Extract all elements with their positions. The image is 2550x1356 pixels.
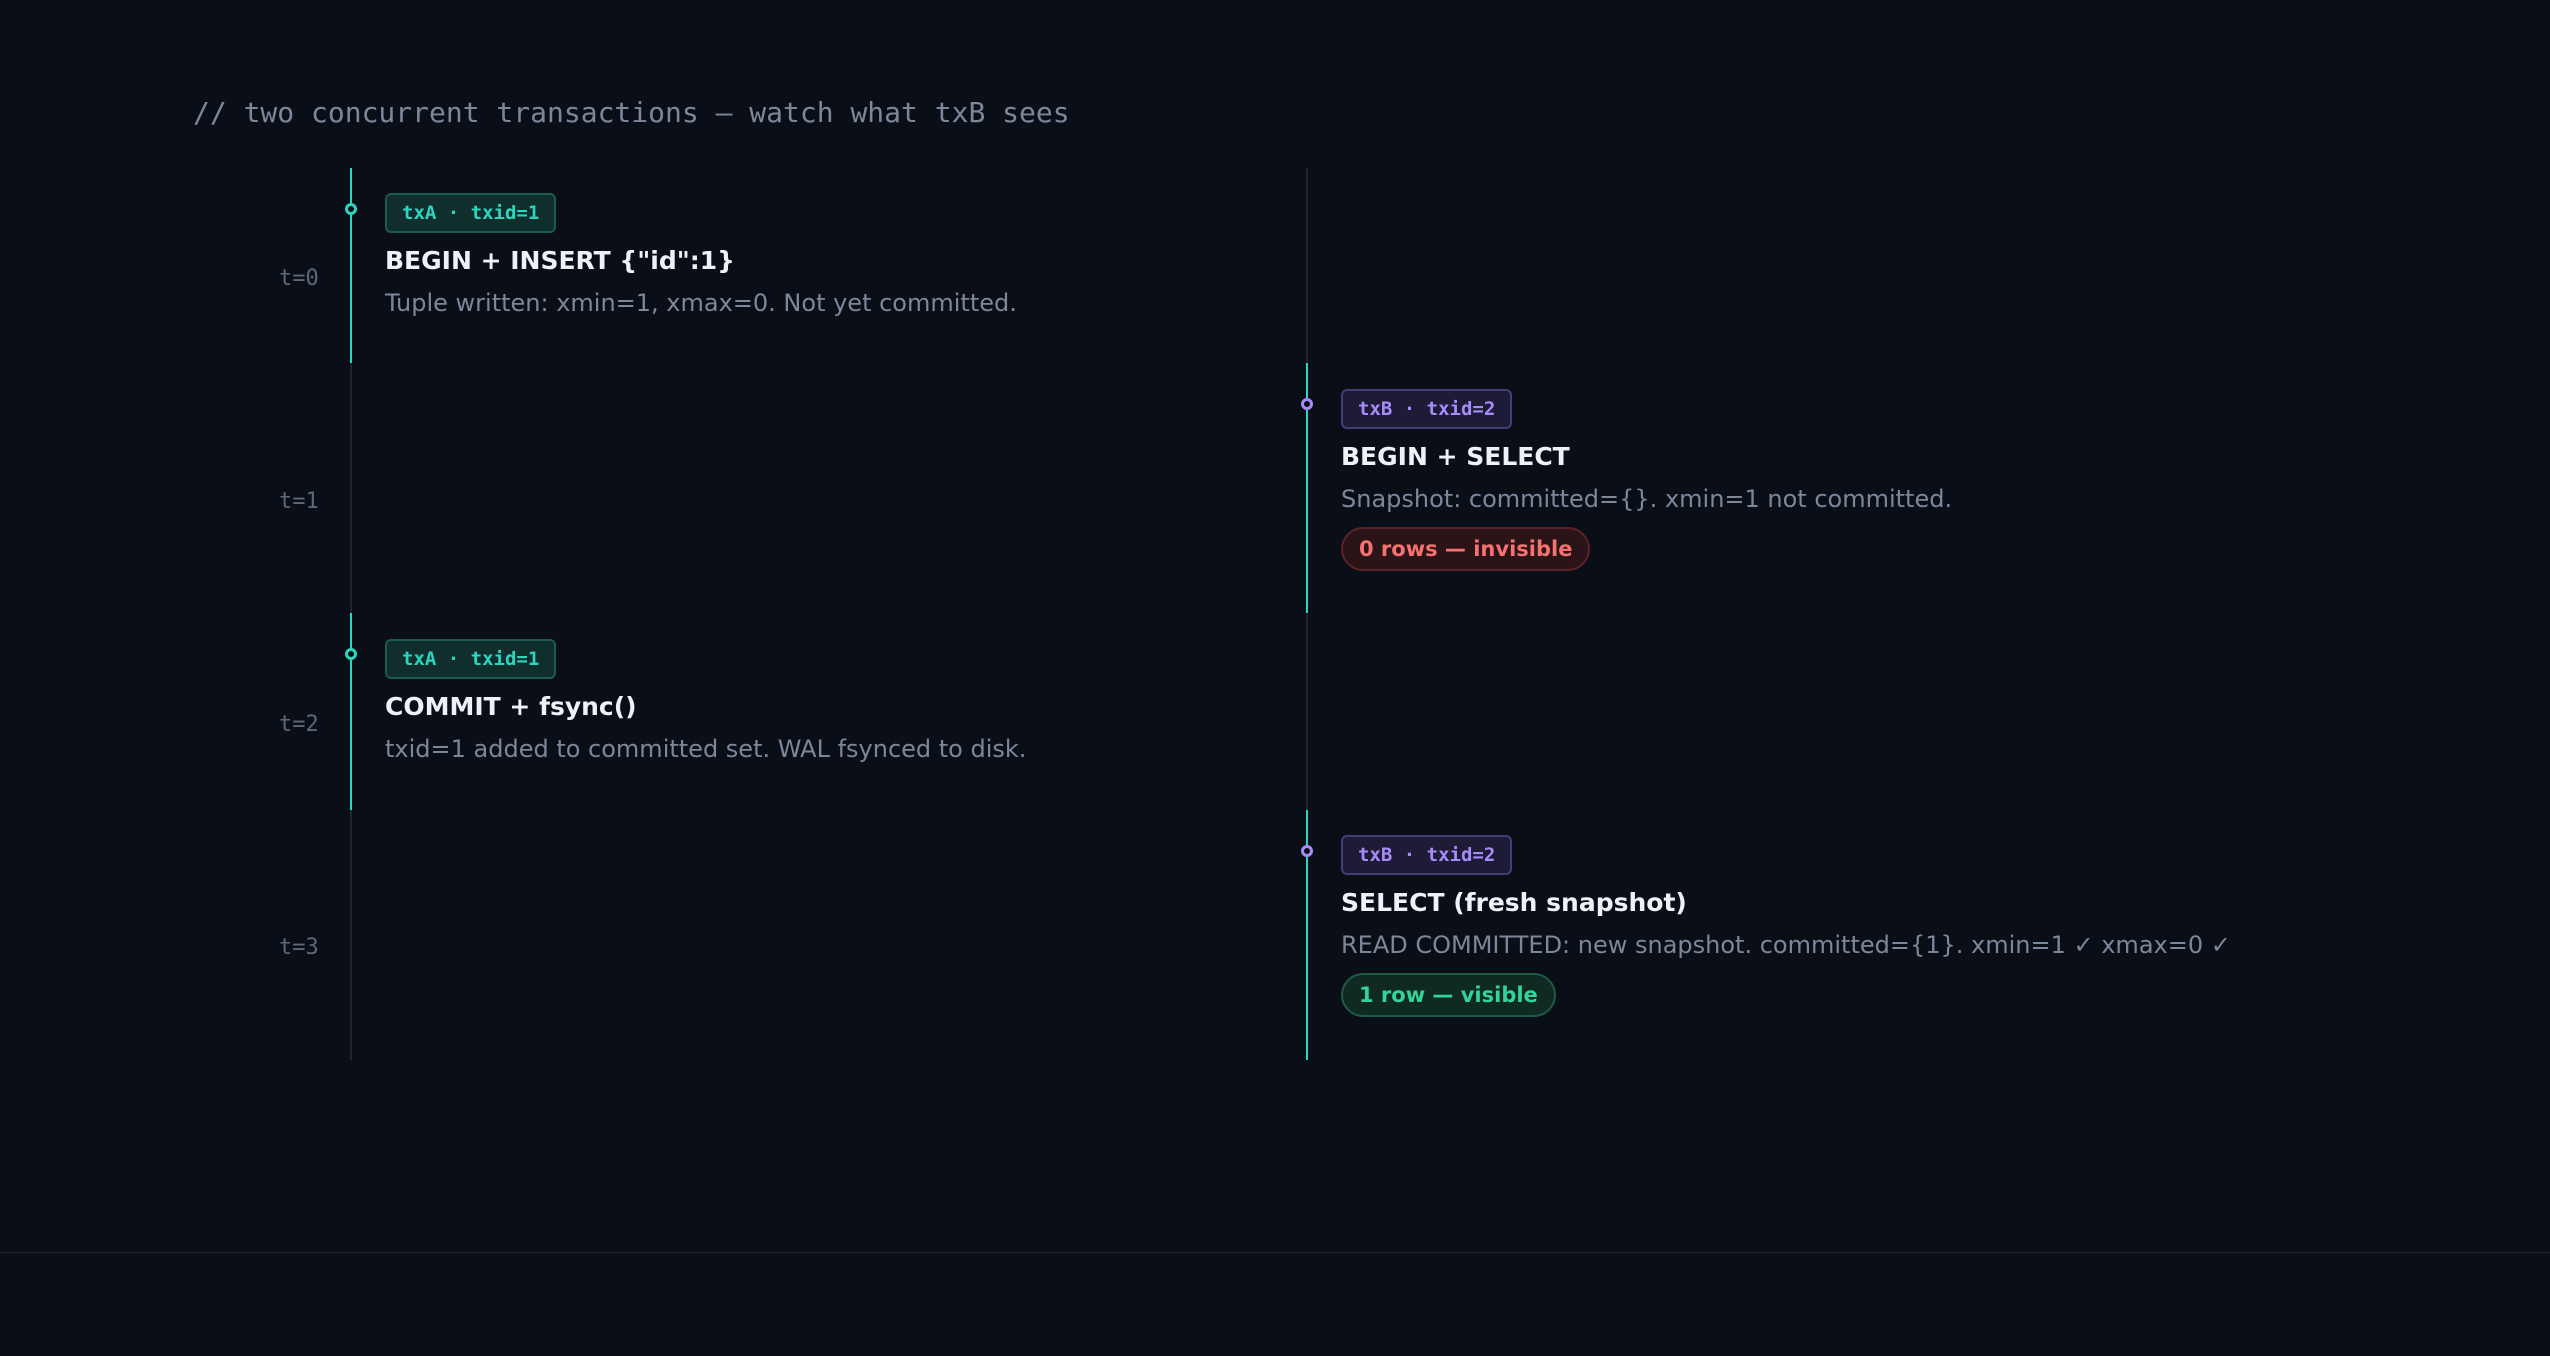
transaction-tag: txB · txid=2 [1341, 389, 1513, 429]
event-description: Snapshot: committed={}. xmin=1 not commi… [1341, 485, 1953, 513]
time-label-t3: t=3 [279, 935, 319, 960]
event-card-t0: txA · txid=1 BEGIN + INSERT {"id":1} Tup… [385, 193, 1265, 317]
time-label-t2: t=2 [279, 712, 319, 737]
txa-lane-idle-t1 [350, 363, 352, 613]
txa-lane-active-t0 [350, 168, 352, 363]
event-marker-t3 [1301, 845, 1313, 857]
event-description: READ COMMITTED: new snapshot. committed=… [1341, 931, 2231, 959]
diagram-heading: // two concurrent transactions — watch w… [193, 96, 1070, 129]
result-badge-invisible: 0 rows — invisible [1341, 527, 1591, 571]
bottom-divider [0, 1252, 2550, 1253]
time-label-t0: t=0 [279, 266, 319, 291]
event-title: BEGIN + INSERT {"id":1} [385, 246, 735, 275]
event-card-t2: txA · txid=1 COMMIT + fsync() txid=1 add… [385, 639, 1265, 763]
event-description: txid=1 added to committed set. WAL fsync… [385, 735, 1027, 763]
event-marker-t0 [345, 203, 357, 215]
txa-lane-active-t2 [350, 613, 352, 810]
event-card-t3: txB · txid=2 SELECT (fresh snapshot) REA… [1341, 835, 2231, 1017]
transaction-tag: txB · txid=2 [1341, 835, 1513, 875]
transaction-tag: txA · txid=1 [385, 639, 557, 679]
time-label-t1: t=1 [279, 489, 319, 514]
event-title: COMMIT + fsync() [385, 692, 637, 721]
event-marker-t2 [345, 648, 357, 660]
event-card-t1: txB · txid=2 BEGIN + SELECT Snapshot: co… [1341, 389, 2221, 571]
event-title: BEGIN + SELECT [1341, 442, 1570, 471]
event-title: SELECT (fresh snapshot) [1341, 888, 1687, 917]
txa-lane-idle-t3 [350, 810, 352, 1060]
transaction-tag: txA · txid=1 [385, 193, 557, 233]
txb-lane-idle-t0 [1306, 168, 1308, 363]
event-marker-t1 [1301, 398, 1313, 410]
txb-lane-idle-t2 [1306, 613, 1308, 810]
result-badge-visible: 1 row — visible [1341, 973, 1556, 1017]
event-description: Tuple written: xmin=1, xmax=0. Not yet c… [385, 289, 1017, 317]
